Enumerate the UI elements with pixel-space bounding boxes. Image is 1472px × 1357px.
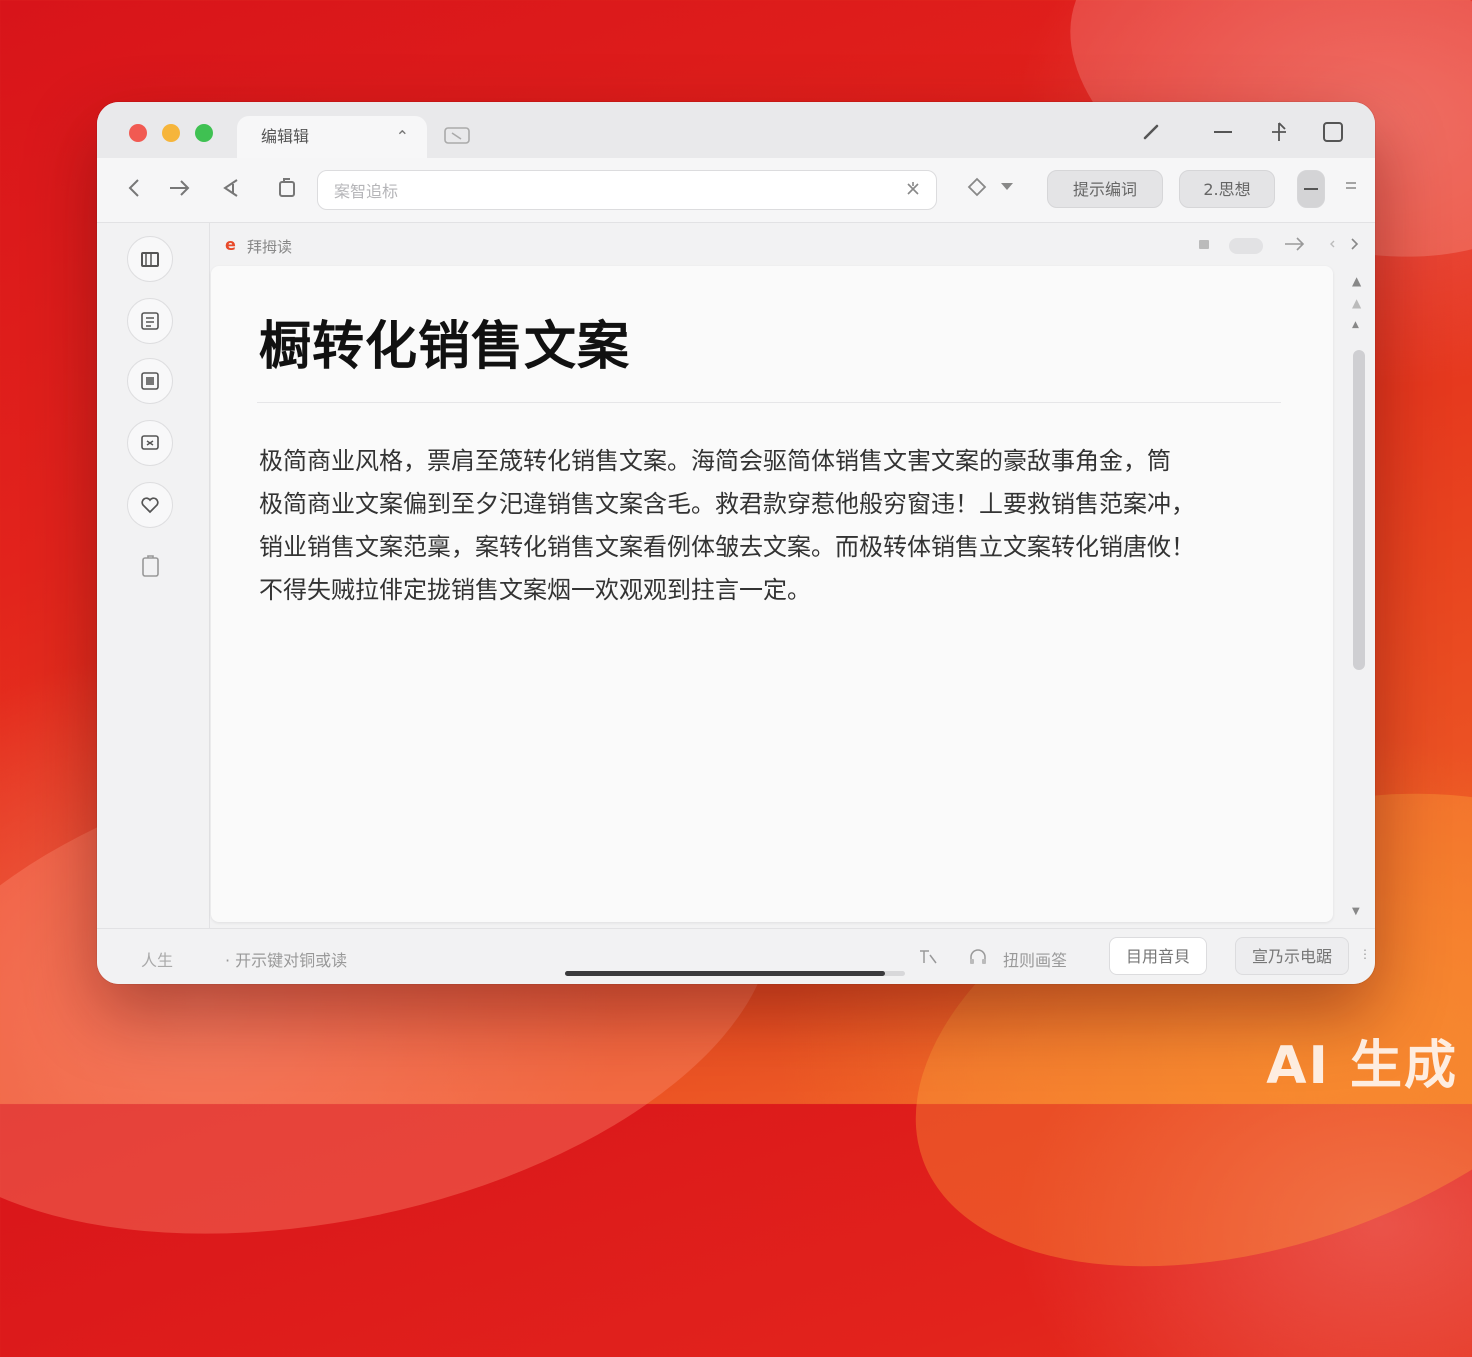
close-window-button[interactable] [129,124,147,142]
zoom-window-button[interactable] [195,124,213,142]
page-label: 拜拇读 [247,238,293,256]
app-window: 编辑辑 ⌃ 案智追标 提示编词 2.思想 e 拜拇读 橱转化销售文案 极简商业风… [97,102,1375,984]
sidebar-item-favorites[interactable] [127,482,173,528]
document-body[interactable]: 极简商业风格，票肩至筬转化销售文案。海简会驱简体销售文害文案的豪敌事角金，筒 极… [259,440,1279,612]
prompt-button[interactable]: 提示编词 [1047,170,1163,208]
headset-icon[interactable] [967,947,989,971]
lock-icon [1197,234,1211,254]
sidebar-item-media[interactable] [127,420,173,466]
sidebar-divider [209,222,210,984]
pen-icon[interactable] [1141,120,1163,147]
arrow-right-icon[interactable] [1281,234,1309,258]
forward-icon[interactable] [165,176,193,206]
scroll-down-icon[interactable]: ▼ [1352,906,1360,917]
prev-page-icon[interactable] [1327,234,1337,258]
back-icon[interactable] [121,176,149,206]
minimize-window-button[interactable] [162,124,180,142]
next-page-icon[interactable] [1349,234,1361,258]
clipboard-icon[interactable] [137,554,165,582]
tab-active[interactable]: 编辑辑 ⌃ [237,116,427,158]
title-bar: 编辑辑 ⌃ [97,102,1375,158]
sidebar-item-pages[interactable] [127,236,173,282]
sparkle-icon[interactable] [904,180,922,202]
status-pill [1229,238,1263,254]
sidebar-item-image[interactable] [127,358,173,404]
window-icon[interactable] [1321,120,1345,149]
status-left-label: 人生 [141,951,174,970]
vertical-scrollbar[interactable]: ▲ ▲ ▲ ▼ [1349,266,1369,926]
ai-watermark: AI 生成 [1266,1036,1458,1096]
scroll-thumb[interactable] [1353,350,1365,670]
title-divider [257,402,1281,403]
status-bar: 人生 · 开示键对铜或读 扭则画筌 目用音貝 宣乃示电踞 ⋮ [97,928,1375,984]
translate-label[interactable]: 扭则画筌 [1003,947,1067,971]
address-input[interactable] [318,171,876,211]
progress-bar [565,971,905,976]
progress-fill [565,971,885,976]
tab-menu-icon[interactable]: ⌃ [396,116,409,158]
address-bar[interactable] [317,170,937,211]
document-canvas[interactable]: 橱转化销售文案 极简商业风格，票肩至筬转化销售文案。海简会驱简体销售文害文案的豪… [211,266,1333,922]
layout-toggle-icon[interactable] [1297,170,1325,208]
share-icon[interactable] [273,176,301,206]
new-tab-icon[interactable] [443,126,473,146]
menu-icon[interactable] [1337,176,1365,202]
tab-title: 编辑辑 [261,127,310,146]
dropdown-icon[interactable] [993,176,1021,202]
mode-button[interactable]: 2.思想 [1179,170,1275,208]
scroll-up-icon[interactable]: ▲ [1352,274,1361,288]
generate-button[interactable]: 宣乃示电踞 [1235,937,1349,975]
more-options-icon[interactable]: ⋮ [1359,947,1371,961]
minimize-icon[interactable] [1211,120,1235,147]
scroll-step-icon[interactable]: ▲ [1352,320,1359,330]
pin-icon[interactable] [1267,120,1291,149]
bookmark-icon[interactable] [963,176,991,204]
sidebar [115,224,185,814]
reload-icon[interactable] [217,176,245,206]
brand-logo-icon: e [225,235,236,254]
toolbar: 提示编词 2.思想 [97,158,1375,223]
status-hint: · 开示键对铜或读 [225,951,348,970]
document-title[interactable]: 橱转化销售文案 [259,304,630,379]
apply-button[interactable]: 目用音貝 [1109,937,1207,975]
translate-icon[interactable] [917,947,939,971]
sidebar-item-document[interactable] [127,298,173,344]
page-header: e 拜拇读 [211,224,1375,266]
scroll-marker-icon: ▲ [1352,296,1362,310]
